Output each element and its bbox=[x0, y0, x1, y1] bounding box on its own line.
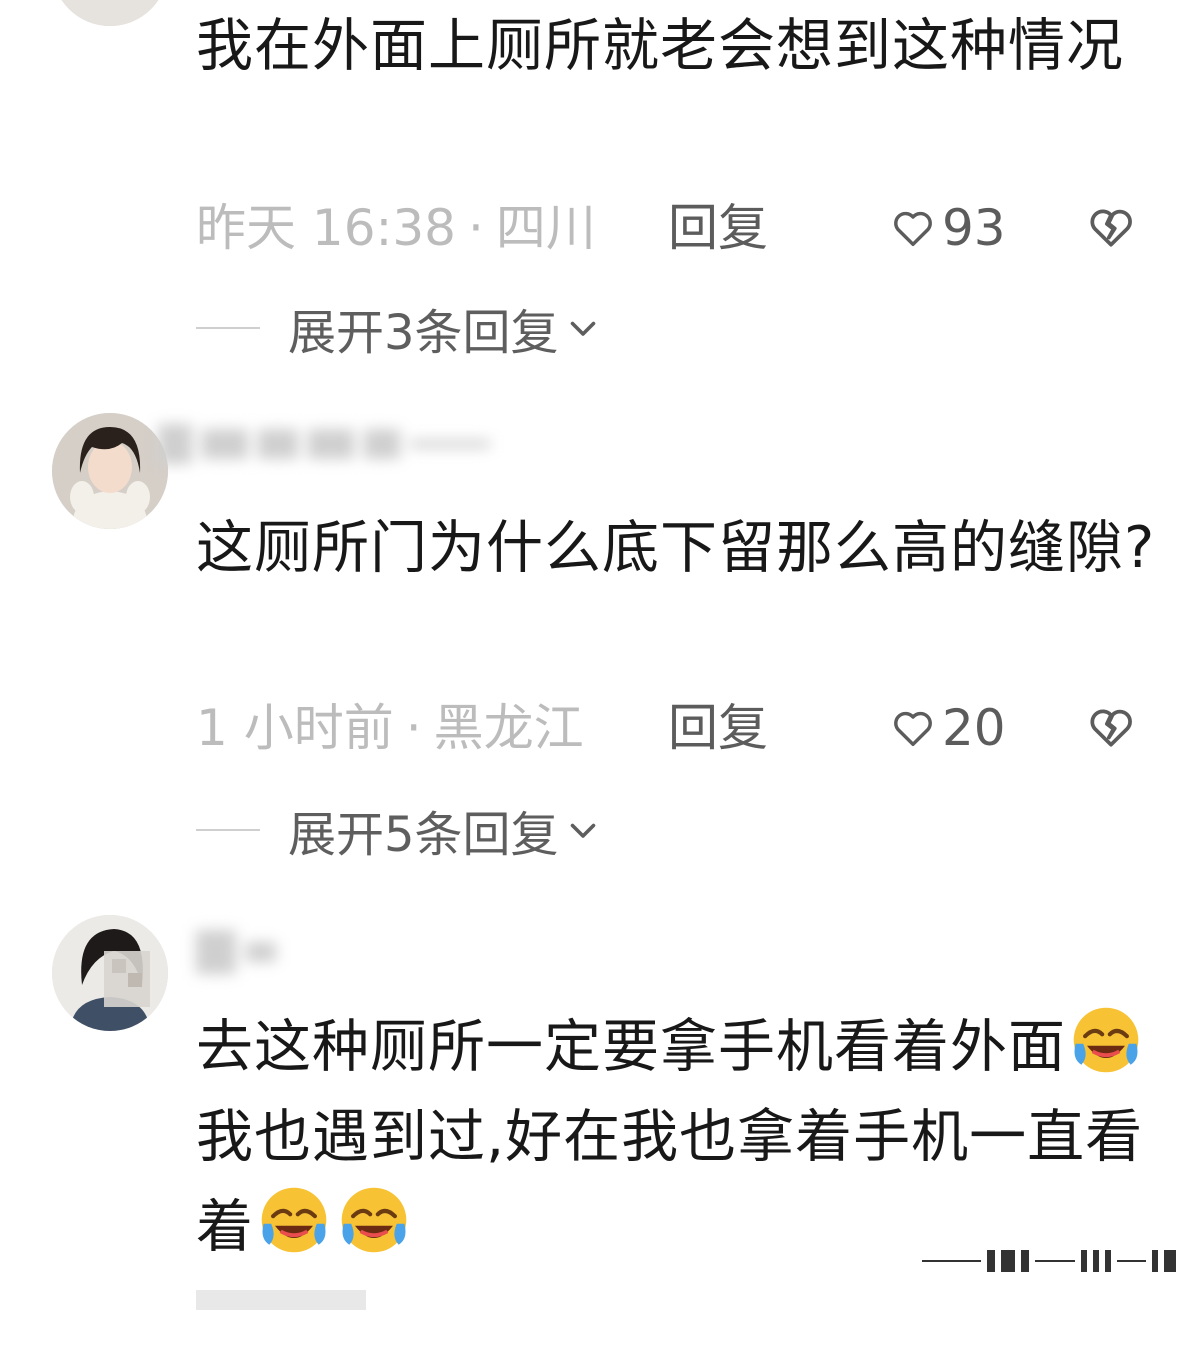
expand-replies-label: 展开5条回复 bbox=[288, 807, 559, 863]
expand-replies-label: 展开3条回复 bbox=[288, 305, 559, 361]
comment-time: 昨天 16:38 bbox=[196, 199, 456, 257]
comment-location: 黑龙江 bbox=[433, 699, 584, 757]
like-count: 93 bbox=[942, 199, 1006, 257]
dislike-button[interactable] bbox=[1086, 202, 1136, 252]
cut-off-text bbox=[196, 1290, 366, 1310]
comment-text: 我在外面上厕所就老会想到这种情况 bbox=[196, 13, 1124, 79]
comment-time: 1 小时前 bbox=[196, 699, 394, 757]
avatar[interactable] bbox=[52, 413, 168, 529]
chevron-down-icon bbox=[570, 823, 595, 838]
broken-heart-icon bbox=[1090, 709, 1132, 747]
like-button[interactable]: 20 bbox=[890, 698, 1006, 758]
username-blurred[interactable] bbox=[158, 424, 500, 464]
expand-replies-button[interactable]: 展开3条回复 bbox=[196, 298, 601, 361]
rolling-laughing-emoji bbox=[1068, 1002, 1144, 1078]
reply-button[interactable]: 回复 bbox=[668, 698, 768, 758]
avatar[interactable] bbox=[52, 0, 168, 26]
like-count: 20 bbox=[942, 699, 1006, 757]
avatar[interactable] bbox=[52, 915, 168, 1031]
like-button[interactable]: 93 bbox=[890, 198, 1006, 258]
heart-outline-icon bbox=[894, 711, 932, 747]
rolling-laughing-emoji bbox=[336, 1182, 412, 1258]
heart-outline-icon bbox=[894, 211, 932, 247]
comment-meta: 1 小时前 · 黑龙江 回复 20 bbox=[196, 698, 1156, 758]
comment-meta: 昨天 16:38 · 四川 回复 93 bbox=[196, 198, 1156, 258]
watermark bbox=[922, 1248, 1176, 1274]
rolling-laughing-emoji bbox=[256, 1182, 332, 1258]
comment-location: 四川 bbox=[495, 199, 596, 257]
reply-button[interactable]: 回复 bbox=[668, 198, 768, 258]
comment-text: 去这种厕所一定要拿手机看着外面我也遇到过,好在我也拿着手机一直看着 bbox=[196, 1002, 1156, 1272]
dislike-button[interactable] bbox=[1086, 702, 1136, 752]
comment-meta-cut bbox=[196, 1290, 1156, 1350]
chevron-down-icon bbox=[570, 321, 595, 336]
divider-line bbox=[196, 327, 260, 329]
comment-text: 这厕所门为什么底下留那么高的缝隙? bbox=[196, 515, 1156, 581]
divider-line bbox=[196, 829, 260, 831]
broken-heart-icon bbox=[1090, 209, 1132, 247]
expand-replies-button[interactable]: 展开5条回复 bbox=[196, 800, 601, 863]
username-blurred[interactable] bbox=[196, 930, 286, 974]
